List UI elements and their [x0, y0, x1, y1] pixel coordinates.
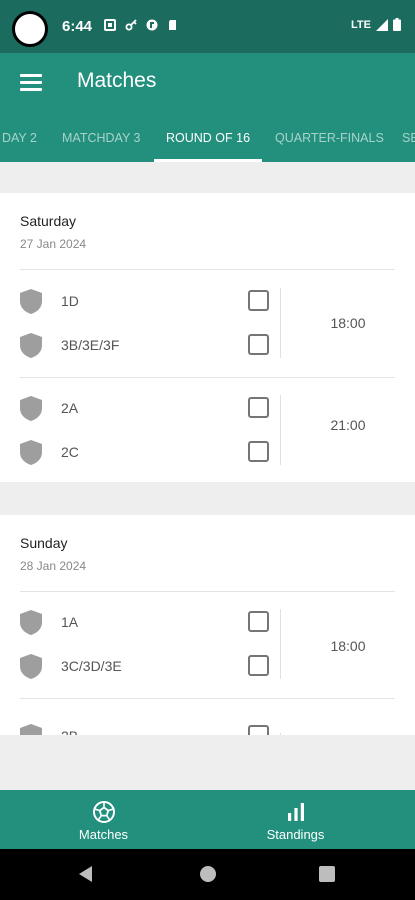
page-title: Matches: [77, 69, 157, 92]
team-row-away: 3C/3D/3E: [0, 645, 280, 689]
status-time: 6:44: [62, 18, 93, 35]
match-row[interactable]: 1A 3C/3D/3E 18:00: [0, 592, 415, 699]
notification-square-icon: [104, 19, 116, 31]
team-name: 2C: [61, 444, 79, 460]
team-name: 2B: [61, 728, 78, 735]
select-team-checkbox[interactable]: [248, 655, 269, 676]
system-navigation-bar: [0, 849, 415, 900]
back-icon[interactable]: [79, 866, 92, 882]
match-time: 21:00: [330, 417, 366, 433]
home-icon[interactable]: [200, 866, 216, 882]
team-name: 1D: [61, 293, 79, 309]
status-bar: 6:44 LTE: [0, 0, 415, 53]
team-name: 3B/3E/3F: [61, 337, 120, 353]
nav-label: Matches: [78, 827, 129, 842]
match-row[interactable]: 1D 3B/3E/3F 18:00: [0, 270, 415, 377]
team-name: 2A: [61, 400, 79, 416]
sd-card-icon: [169, 20, 176, 30]
nav-standings[interactable]: Standings: [192, 790, 399, 849]
shield-icon: [20, 289, 42, 314]
tab-quarter-finals[interactable]: QUARTER-FINALS: [275, 131, 384, 145]
select-team-checkbox[interactable]: [248, 725, 269, 735]
match-time: 18:00: [330, 638, 366, 654]
bar-chart-icon: [287, 803, 304, 821]
tab-day-2[interactable]: DAY 2: [2, 131, 37, 145]
shield-icon: [20, 610, 42, 635]
status-right: LTE: [351, 18, 401, 31]
bottom-navigation: Matches Standings: [0, 790, 415, 849]
team-row-home: 2B: [0, 715, 280, 735]
nav-label: Standings: [266, 827, 325, 842]
shield-icon: [20, 724, 42, 735]
select-team-checkbox[interactable]: [248, 334, 269, 355]
team-row-home: 2A: [0, 387, 280, 431]
tab-semi-finals[interactable]: SE: [402, 131, 415, 145]
match-row[interactable]: 2A 2C 21:00: [0, 378, 415, 482]
shield-icon: [20, 440, 42, 465]
active-tab-indicator: [154, 159, 262, 162]
hamburger-menu-icon[interactable]: [20, 74, 42, 92]
team-row-away: 3B/3E/3F: [0, 324, 280, 368]
select-team-checkbox[interactable]: [248, 441, 269, 462]
team-name: 1A: [61, 614, 79, 630]
matchday-tabs: DAY 2 MATCHDAY 3 ROUND OF 16 QUARTER-FIN…: [0, 115, 415, 162]
notification-icons: [104, 19, 179, 31]
camera-cutout: [12, 11, 48, 47]
key-icon: [125, 19, 137, 31]
shield-icon: [20, 654, 42, 679]
day-label: Saturday: [20, 213, 77, 229]
team-row-home: 1A: [0, 601, 280, 645]
battery-icon: [393, 18, 401, 31]
app-badge-icon: [146, 19, 158, 31]
recent-apps-icon[interactable]: [319, 866, 335, 882]
app-bar: Matches: [0, 53, 415, 115]
soccer-ball-icon: [92, 801, 115, 823]
date-label: 27 Jan 2024: [20, 237, 87, 251]
team-row-away: 2C: [0, 431, 280, 475]
network-type: LTE: [351, 18, 371, 31]
select-team-checkbox[interactable]: [248, 397, 269, 418]
tab-round-of-16[interactable]: ROUND OF 16: [166, 131, 250, 145]
match-row[interactable]: 2B: [0, 699, 415, 735]
signal-icon: [376, 18, 388, 31]
shield-icon: [20, 396, 42, 421]
select-team-checkbox[interactable]: [248, 611, 269, 632]
team-name: 3C/3D/3E: [61, 658, 122, 674]
nav-matches[interactable]: Matches: [0, 790, 207, 849]
day-label: Sunday: [20, 535, 68, 551]
tab-matchday-3[interactable]: MATCHDAY 3: [62, 131, 141, 145]
vertical-divider: [280, 733, 281, 735]
match-time: 18:00: [330, 315, 366, 331]
team-row-home: 1D: [0, 280, 280, 324]
shield-icon: [20, 333, 42, 358]
date-label: 28 Jan 2024: [20, 559, 87, 573]
day-card-sunday: Sunday 28 Jan 2024 1A 3C/3D/3E 18:00 2B: [0, 515, 415, 735]
select-team-checkbox[interactable]: [248, 290, 269, 311]
day-card-saturday: Saturday 27 Jan 2024 1D 3B/3E/3F 18:00 2…: [0, 193, 415, 482]
